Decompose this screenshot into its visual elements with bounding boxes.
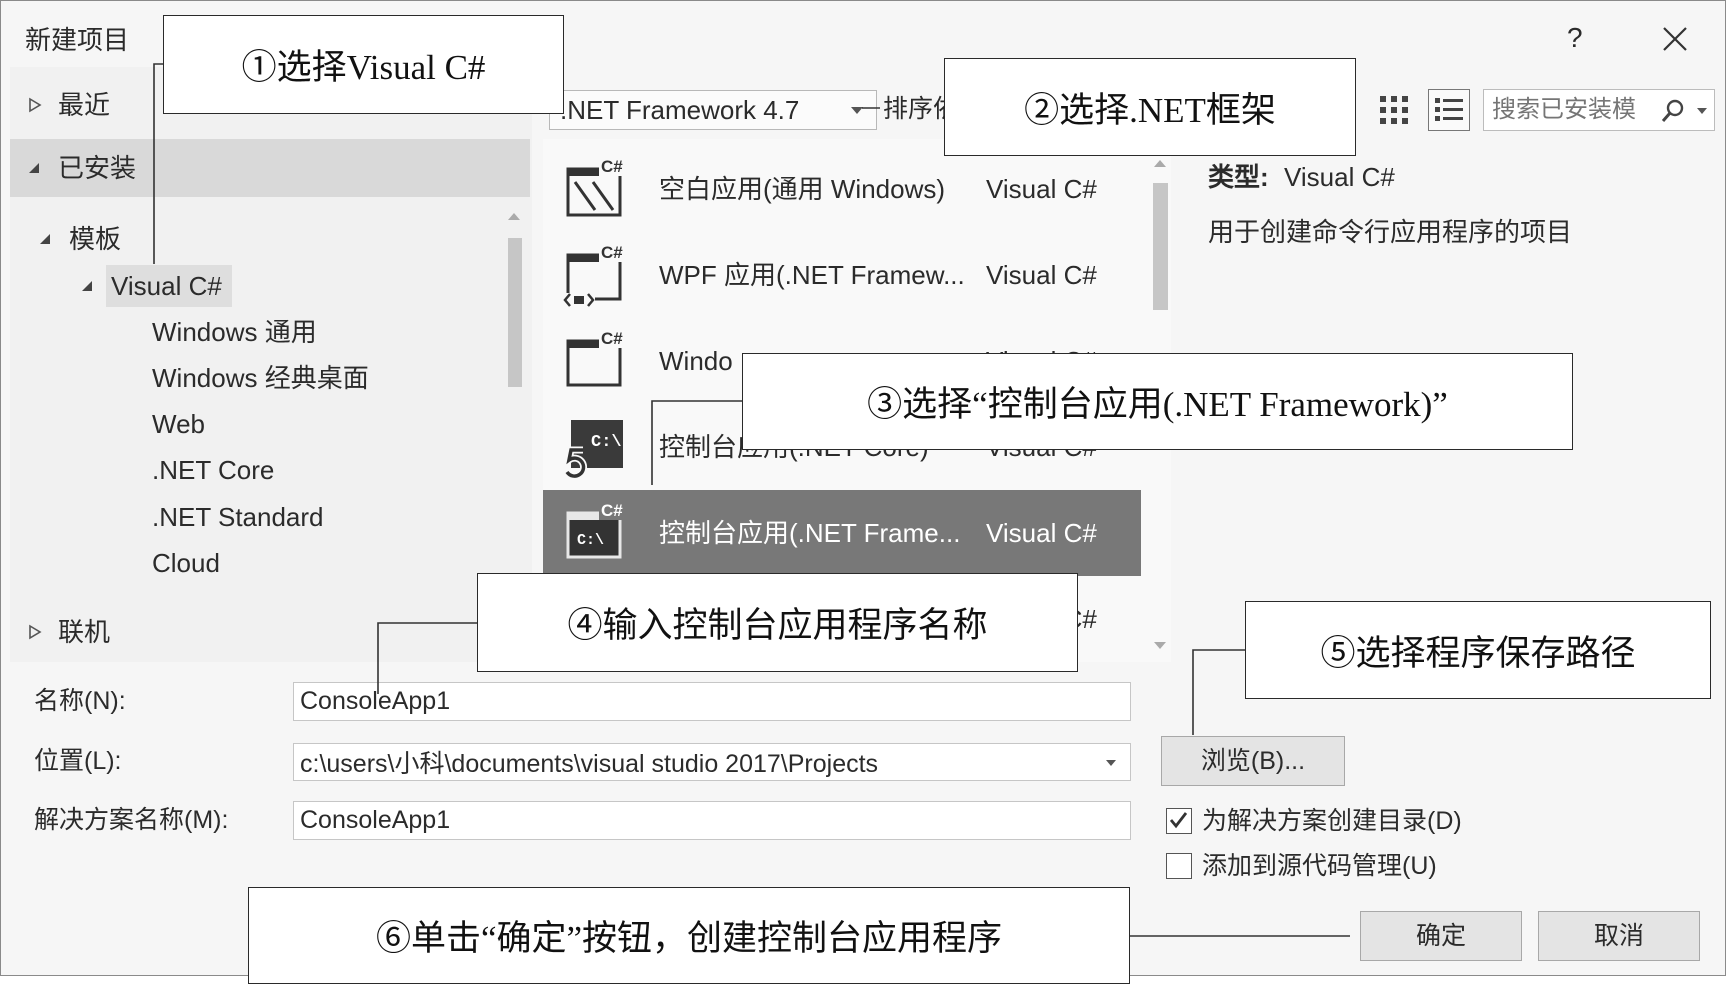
search-input[interactable] <box>1486 92 1646 128</box>
solution-name-input[interactable] <box>293 801 1131 840</box>
callout-3: ③选择“控制台应用(.NET Framework)” <box>742 353 1573 450</box>
tree-item-windows-universal[interactable]: Windows 通用 <box>152 315 317 349</box>
tree-item-web[interactable]: Web <box>152 407 205 441</box>
create-directory-checkbox[interactable] <box>1166 808 1192 834</box>
callout-5: ⑤选择程序保存路径 <box>1245 601 1711 699</box>
scroll-down-arrow-icon[interactable] <box>1153 641 1167 651</box>
location-label: 位置(L): <box>34 747 122 775</box>
tree-item-cloud[interactable]: Cloud <box>152 546 220 580</box>
help-button[interactable]: ? <box>1567 21 1583 55</box>
details-type-value: Visual C# <box>1284 162 1395 192</box>
solution-name-label: 解决方案名称(M): <box>34 806 229 834</box>
template-language: Visual C# <box>986 260 1097 290</box>
tree-item-online[interactable]: 联机 <box>58 615 110 649</box>
tree-item-visual-csharp[interactable]: Visual C# <box>111 269 222 303</box>
blank-app-icon: C# <box>563 156 629 222</box>
search-icon[interactable] <box>1660 98 1686 124</box>
scroll-up-arrow-icon[interactable] <box>1153 158 1167 168</box>
csharp-badge: C# <box>601 157 623 176</box>
callout-1: ①选择Visual C# <box>163 15 564 114</box>
browse-button[interactable]: 浏览(B)... <box>1161 736 1345 786</box>
console-prompt-glyph: C:\ <box>591 433 622 452</box>
tree-item-templates[interactable]: 模板 <box>69 222 121 256</box>
scroll-up-arrow-icon[interactable] <box>507 211 521 221</box>
tree-item-net-standard[interactable]: .NET Standard <box>152 500 324 534</box>
template-language: Visual C# <box>986 518 1097 548</box>
template-language: Visual C# <box>986 174 1097 204</box>
template-item-wpf-app[interactable]: C# WPF 应用(.NET Framew... Visual C# <box>543 232 1141 318</box>
list-view-button[interactable] <box>1428 89 1470 131</box>
collapse-arrow-icon[interactable] <box>38 232 52 246</box>
new-project-dialog: 新建项目 ? 最近 已安装 模板 Visual C# Windows 通用 Wi… <box>0 0 1726 976</box>
csharp-badge: C# <box>601 243 623 262</box>
collapse-arrow-icon[interactable] <box>80 279 94 293</box>
dialog-title: 新建项目 <box>25 25 130 55</box>
chevron-down-icon[interactable] <box>1105 759 1117 767</box>
details-type-label: 类型: <box>1208 162 1269 192</box>
callout-4: ④输入控制台应用程序名称 <box>477 573 1078 672</box>
details-description: 用于创建命令行应用程序的项目 <box>1208 217 1573 247</box>
chevron-down-icon[interactable] <box>1696 107 1708 115</box>
tree-item-windows-classic-desktop[interactable]: Windows 经典桌面 <box>152 361 369 395</box>
ok-button[interactable]: 确定 <box>1360 911 1522 961</box>
location-combobox[interactable] <box>293 743 1131 781</box>
framework-dropdown-value: .NET Framework 4.7 <box>560 95 800 125</box>
chevron-down-icon <box>851 107 863 114</box>
create-directory-label[interactable]: 为解决方案创建目录(D) <box>1202 804 1462 838</box>
collapse-arrow-icon[interactable] <box>27 161 41 175</box>
template-name: 控制台应用(.NET Frame... <box>659 518 961 548</box>
template-item-console-framework[interactable]: C:\ C# 控制台应用(.NET Frame... Visual C# <box>543 490 1141 576</box>
tree-item-recent[interactable]: 最近 <box>58 88 110 122</box>
console-core-icon: C:\ <box>563 414 629 480</box>
expand-arrow-icon[interactable] <box>28 97 42 113</box>
console-app-icon: C:\ C# <box>563 500 629 566</box>
csharp-badge: C# <box>601 329 623 348</box>
location-input[interactable] <box>293 743 1131 781</box>
source-control-label[interactable]: 添加到源代码管理(U) <box>1202 849 1437 883</box>
template-name: 空白应用(通用 Windows) <box>659 174 946 204</box>
tree-item-net-core[interactable]: .NET Core <box>152 453 274 487</box>
list-scrollbar-thumb[interactable] <box>1153 183 1168 310</box>
name-label: 名称(N): <box>34 687 126 715</box>
close-icon <box>1663 27 1687 51</box>
template-name: WPF 应用(.NET Framew... <box>659 260 965 290</box>
tree-item-installed[interactable]: 已安装 <box>58 151 136 185</box>
expand-arrow-icon[interactable] <box>28 624 42 640</box>
grid-view-icon <box>1380 96 1408 124</box>
search-box[interactable] <box>1483 89 1715 131</box>
windows-forms-icon: C# <box>563 328 629 394</box>
list-view-icon <box>1435 98 1463 121</box>
cancel-button[interactable]: 取消 <box>1538 911 1700 961</box>
close-button[interactable] <box>1661 25 1689 53</box>
wpf-app-icon: C# <box>563 242 629 308</box>
callout-2: ②选择.NET框架 <box>944 58 1356 156</box>
template-name: Windo <box>659 346 733 376</box>
source-control-checkbox[interactable] <box>1166 853 1192 879</box>
callout-6: ⑥单击“确定”按钮，创建控制台应用程序 <box>248 887 1130 984</box>
tree-scrollbar-thumb[interactable] <box>508 238 522 387</box>
checkmark-icon <box>1169 812 1188 829</box>
grid-view-button[interactable] <box>1379 95 1409 125</box>
template-item-blank-app[interactable]: C# 空白应用(通用 Windows) Visual C# <box>543 146 1141 232</box>
console-prompt-glyph: C:\ <box>577 532 604 549</box>
csharp-badge: C# <box>601 501 623 520</box>
project-name-input[interactable] <box>293 682 1131 721</box>
framework-dropdown[interactable]: .NET Framework 4.7 <box>549 90 877 130</box>
